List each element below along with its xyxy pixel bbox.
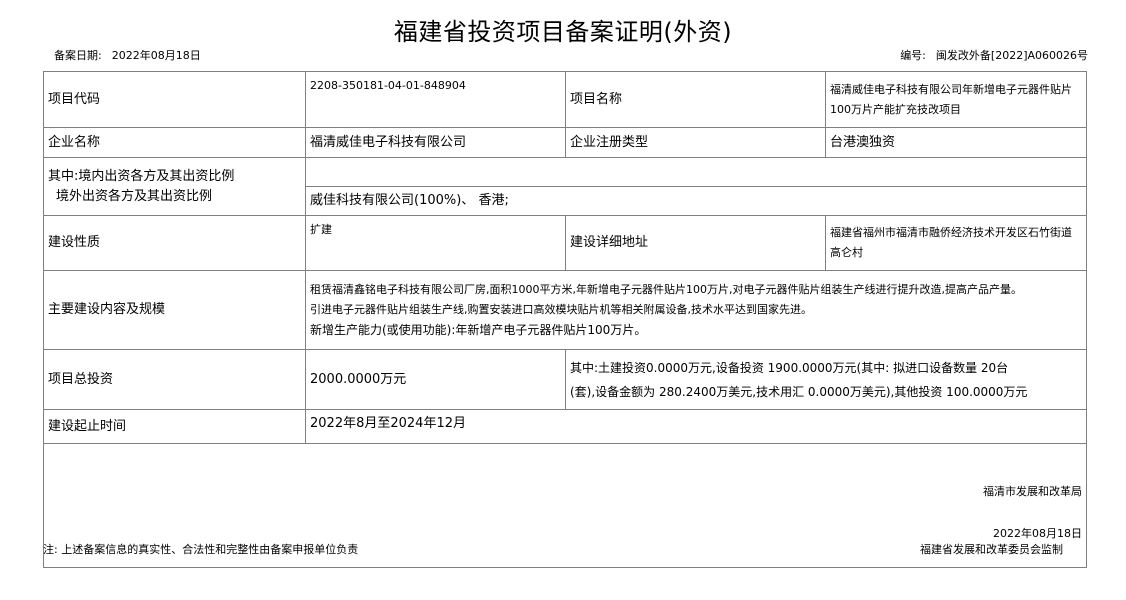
footer-supervisor: 福建省发展和改革委员会监制: [920, 543, 1063, 556]
investors-foreign-value: 威佳科技有限公司(100%)、 香港;: [305, 186, 1087, 216]
content-line: 新增生产能力(或使用功能):年新增产电子元器件贴片100万片。: [310, 323, 647, 337]
period-label: 建设起止时间: [43, 409, 306, 444]
document-number-label: 编号:: [900, 49, 926, 62]
period-value: 2022年8月至2024年12月: [305, 409, 1087, 444]
company-type-value: 台港澳独资: [825, 127, 1087, 158]
filing-date-value: 2022年08月18日: [111, 49, 201, 62]
project-name-value: 福清威佳电子科技有限公司年新增电子元器件贴片 100万片产能扩充技改项目: [825, 71, 1087, 128]
investment-detail: 其中:土建投资0.0000万元,设备投资 1900.0000万元(其中: 拟进口…: [565, 349, 1087, 410]
row-period: 建设起止时间 2022年8月至2024年12月: [43, 409, 1087, 444]
project-name-line: 100万片产能扩充技改项目: [830, 102, 961, 116]
content-label: 主要建设内容及规模: [43, 270, 306, 350]
row-investment: 项目总投资 2000.0000万元 其中:土建投资0.0000万元,设备投资 1…: [43, 349, 1087, 410]
row-company: 企业名称 福清威佳电子科技有限公司 企业注册类型 台港澳独资: [43, 127, 1087, 158]
row-investors-domestic: 其中:境内出资各方及其出资比例 境外出资各方及其出资比例: [43, 157, 1087, 216]
content-line: 租赁福清鑫铭电子科技有限公司厂房,面积1000平方米,年新增电子元器件贴片100…: [310, 283, 1022, 296]
project-code-label: 项目代码: [43, 71, 306, 128]
document-title: 福建省投资项目备案证明(外资): [393, 18, 733, 46]
address-value: 福建省福州市福清市融侨经济技术开发区石竹街道 高仑村: [825, 215, 1087, 271]
address-line: 福建省福州市福清市融侨经济技术开发区石竹街道: [830, 226, 1072, 239]
record-table: 项目代码 2208-350181-04-01-848904 项目名称 福清威佳电…: [43, 71, 1087, 568]
address-label: 建设详细地址: [565, 215, 826, 271]
project-code-value: 2208-350181-04-01-848904: [305, 71, 566, 128]
investors-domestic-value: [305, 157, 1087, 187]
signature-org: 福清市发展和改革局: [983, 485, 1082, 498]
company-value: 福清威佳电子科技有限公司: [305, 127, 566, 158]
investors-domestic-label: 其中:境内出资各方及其出资比例: [48, 168, 235, 184]
content-line: 引进电子元器件贴片组装生产线,购置安装进口高效模块贴片机等相关附属设备,技术水平…: [310, 303, 812, 316]
investment-total: 2000.0000万元: [305, 349, 566, 410]
nature-value: 扩建: [305, 215, 566, 271]
investment-detail-line: (套),设备金额为 280.2400万美元,技术用汇 0.0000万美元),其他…: [570, 384, 1028, 399]
row-project-code: 项目代码 2208-350181-04-01-848904 项目名称 福清威佳电…: [43, 71, 1087, 128]
document-number-value: 闽发改外备[2022]A060026号: [935, 49, 1088, 62]
filing-date-label: 备案日期:: [54, 49, 102, 62]
content-value: 租赁福清鑫铭电子科技有限公司厂房,面积1000平方米,年新增电子元器件贴片100…: [305, 270, 1087, 350]
investors-foreign-label: 境外出资各方及其出资比例: [56, 188, 213, 204]
company-label: 企业名称: [43, 127, 306, 158]
nature-label: 建设性质: [43, 215, 306, 271]
row-content: 主要建设内容及规模 租赁福清鑫铭电子科技有限公司厂房,面积1000平方米,年新增…: [43, 270, 1087, 350]
row-nature: 建设性质 扩建 建设详细地址 福建省福州市福清市融侨经济技术开发区石竹街道 高仑…: [43, 215, 1087, 271]
filing-date: 备案日期: 2022年08月18日: [54, 47, 201, 63]
company-type-label: 企业注册类型: [565, 127, 826, 158]
project-name-label: 项目名称: [565, 71, 826, 128]
document-number: 编号: 闽发改外备[2022]A060026号: [900, 47, 1088, 63]
footer-note: 注: 上述备案信息的真实性、合法性和完整性由备案申报单位负责: [43, 543, 359, 556]
investment-label: 项目总投资: [43, 349, 306, 410]
project-name-line: 福清威佳电子科技有限公司年新增电子元器件贴片: [830, 82, 1072, 96]
address-line: 高仑村: [830, 246, 863, 259]
investment-detail-line: 其中:土建投资0.0000万元,设备投资 1900.0000万元(其中: 拟进口…: [570, 360, 1009, 375]
investors-label: 其中:境内出资各方及其出资比例 境外出资各方及其出资比例: [43, 157, 306, 216]
